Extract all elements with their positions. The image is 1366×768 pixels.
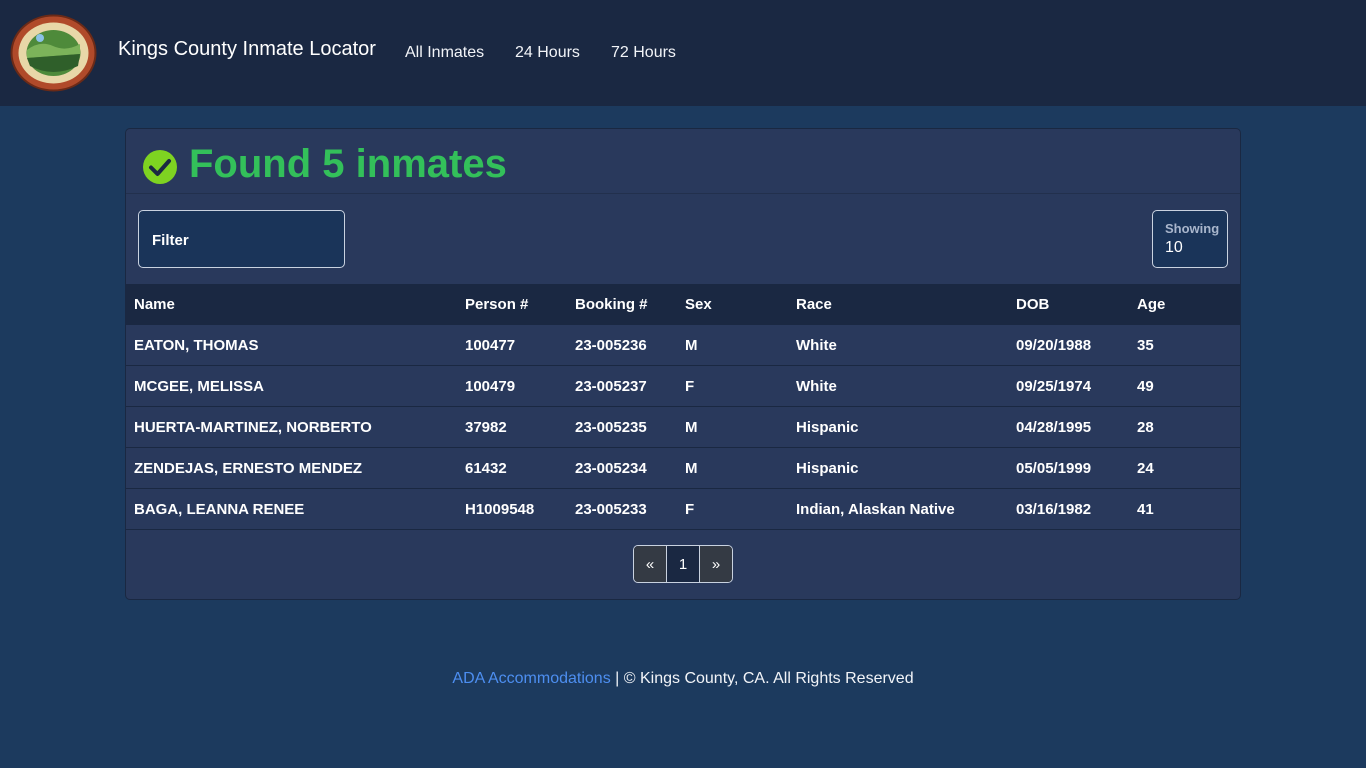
cell-age: 35: [1137, 337, 1154, 354]
table-row[interactable]: BAGA, LEANNA RENEE H1009548 23-005233 F …: [126, 489, 1240, 530]
cell-race: Hispanic: [796, 460, 859, 477]
showing-value: 10: [1165, 239, 1183, 256]
copyright-text: | © Kings County, CA. All Rights Reserve…: [610, 670, 914, 687]
cell-person: 100479: [465, 378, 516, 395]
cell-dob: 05/05/1999: [1016, 460, 1092, 477]
cell-sex: M: [685, 460, 698, 477]
table-row[interactable]: HUERTA-MARTINEZ, NORBERTO 37982 23-00523…: [126, 407, 1240, 448]
cell-age: 49: [1137, 378, 1154, 395]
cell-person: H1009548: [465, 501, 535, 518]
cell-dob: 09/20/1988: [1016, 337, 1092, 354]
cell-sex: M: [685, 419, 698, 436]
cell-sex: M: [685, 337, 698, 354]
cell-age: 41: [1137, 501, 1154, 518]
cell-name: ZENDEJAS, ERNESTO MENDEZ: [134, 460, 363, 477]
cell-sex: F: [685, 378, 695, 395]
cell-sex: F: [685, 501, 695, 518]
table-header: Name Person # Booking # Sex Race DOB Age: [126, 284, 1240, 325]
filter-input[interactable]: Filter: [138, 210, 345, 268]
cell-person: 37982: [465, 419, 507, 436]
top-navbar: Kings County Inmate Locator All Inmates …: [0, 0, 1366, 106]
column-header-race[interactable]: Race: [796, 296, 832, 313]
cell-name: BAGA, LEANNA RENEE: [134, 501, 305, 518]
table-row[interactable]: EATON, THOMAS 100477 23-005236 M White 0…: [126, 325, 1240, 366]
cell-booking: 23-005234: [575, 460, 647, 477]
column-header-age[interactable]: Age: [1137, 296, 1165, 313]
inmates-table: Name Person # Booking # Sex Race DOB Age…: [126, 284, 1240, 530]
cell-race: White: [796, 337, 837, 354]
cell-age: 28: [1137, 419, 1154, 436]
column-header-booking[interactable]: Booking #: [575, 296, 648, 313]
column-header-name[interactable]: Name: [134, 296, 175, 313]
check-circle-icon: [143, 150, 177, 184]
column-header-person[interactable]: Person #: [465, 296, 528, 313]
table-row[interactable]: ZENDEJAS, ERNESTO MENDEZ 61432 23-005234…: [126, 448, 1240, 489]
cell-dob: 09/25/1974: [1016, 378, 1092, 395]
page-title: Found 5 inmates: [189, 142, 507, 186]
cell-name: MCGEE, MELISSA: [134, 378, 265, 395]
column-header-sex[interactable]: Sex: [685, 296, 712, 313]
site-brand[interactable]: Kings County Inmate Locator: [118, 38, 376, 61]
showing-label: Showing: [1165, 221, 1220, 236]
nav-72-hours[interactable]: 72 Hours: [611, 44, 676, 62]
page-next-button[interactable]: »: [700, 546, 732, 582]
cell-name: HUERTA-MARTINEZ, NORBERTO: [134, 419, 372, 436]
table-row[interactable]: MCGEE, MELISSA 100479 23-005237 F White …: [126, 366, 1240, 407]
cell-booking: 23-005233: [575, 501, 647, 518]
cell-dob: 04/28/1995: [1016, 419, 1092, 436]
pagination: « 1 »: [633, 545, 733, 583]
cell-person: 61432: [465, 460, 507, 477]
results-header: Found 5 inmates: [126, 129, 1240, 194]
cell-booking: 23-005235: [575, 419, 647, 436]
page-1-button[interactable]: 1: [667, 546, 700, 582]
cell-race: Hispanic: [796, 419, 859, 436]
page-prev-button[interactable]: «: [634, 546, 667, 582]
nav-all-inmates[interactable]: All Inmates: [405, 44, 484, 62]
nav-24-hours[interactable]: 24 Hours: [515, 44, 580, 62]
column-header-dob[interactable]: DOB: [1016, 296, 1049, 313]
cell-age: 24: [1137, 460, 1154, 477]
results-card: Found 5 inmates Filter Showing 10 Name P…: [125, 128, 1241, 600]
cell-person: 100477: [465, 337, 516, 354]
ada-accommodations-link[interactable]: ADA Accommodations: [452, 670, 610, 687]
county-seal-logo[interactable]: [10, 14, 97, 92]
cell-booking: 23-005236: [575, 337, 647, 354]
page-footer: ADA Accommodations | © Kings County, CA.…: [0, 670, 1366, 688]
cell-name: EATON, THOMAS: [134, 337, 259, 354]
filter-label: Filter: [152, 232, 189, 249]
cell-race: White: [796, 378, 837, 395]
cell-booking: 23-005237: [575, 378, 647, 395]
showing-select[interactable]: Showing 10: [1152, 210, 1228, 268]
cell-race: Indian, Alaskan Native: [796, 501, 955, 518]
cell-dob: 03/16/1982: [1016, 501, 1092, 518]
